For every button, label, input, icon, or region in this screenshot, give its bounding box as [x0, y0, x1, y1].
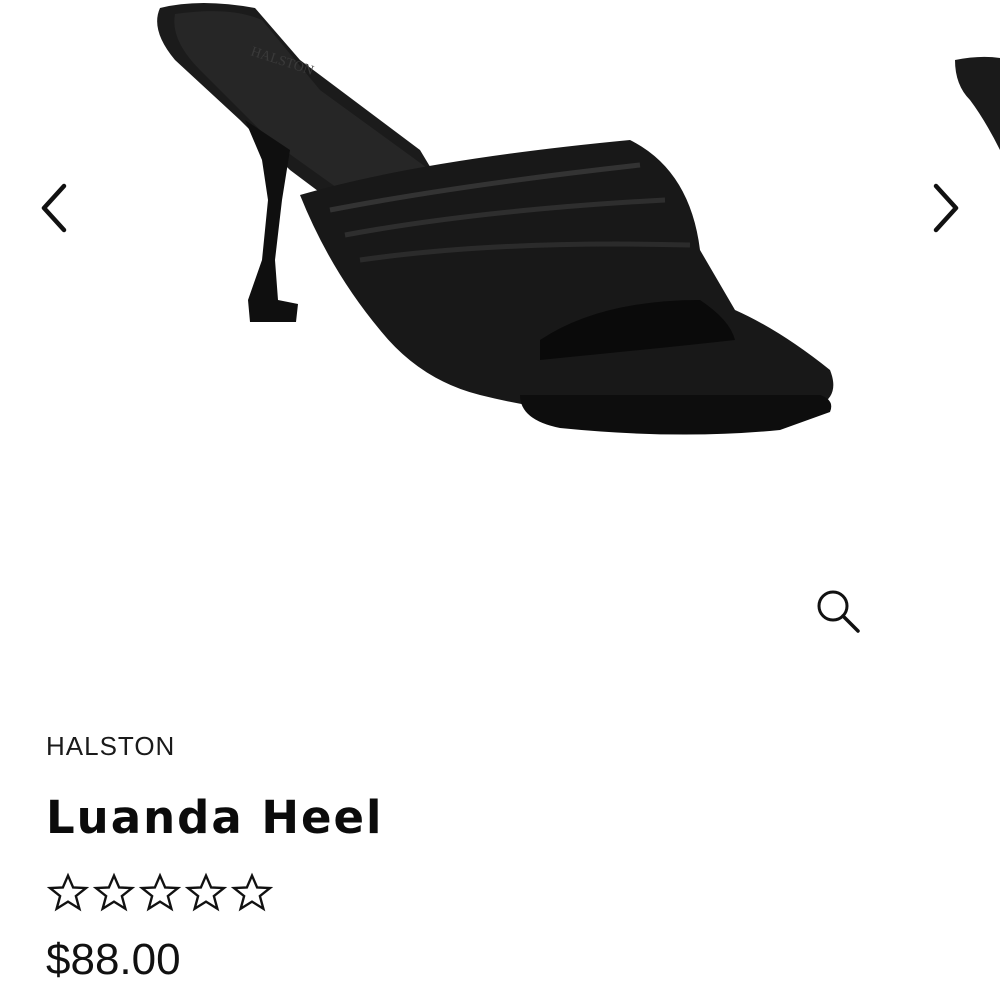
brand-name[interactable]: HALSTON: [46, 728, 946, 764]
product-image-gallery[interactable]: HALSTON: [0, 0, 1000, 680]
star-outline-icon: [46, 872, 90, 912]
product-info: HALSTON Luanda Heel $88.00: [46, 728, 946, 988]
star-outline-icon: [92, 872, 136, 912]
shoe-sole: [520, 395, 832, 435]
zoom-button[interactable]: [804, 580, 874, 644]
previous-image-button[interactable]: [24, 173, 84, 243]
product-price: $88.00: [46, 935, 181, 984]
star-outline-icon: [184, 872, 228, 912]
shoe-upper: [300, 140, 834, 410]
star-outline-icon: [230, 872, 274, 912]
chevron-left-icon: [41, 183, 67, 233]
product-title: Luanda Heel: [46, 791, 384, 844]
product-image: HALSTON: [157, 3, 1000, 435]
next-image-preview: [955, 56, 1000, 150]
next-image-button[interactable]: [916, 173, 976, 243]
magnifier-icon: [817, 590, 860, 633]
star-rating[interactable]: [46, 870, 946, 916]
star-outline-icon: [138, 872, 182, 912]
chevron-right-icon: [933, 183, 959, 233]
